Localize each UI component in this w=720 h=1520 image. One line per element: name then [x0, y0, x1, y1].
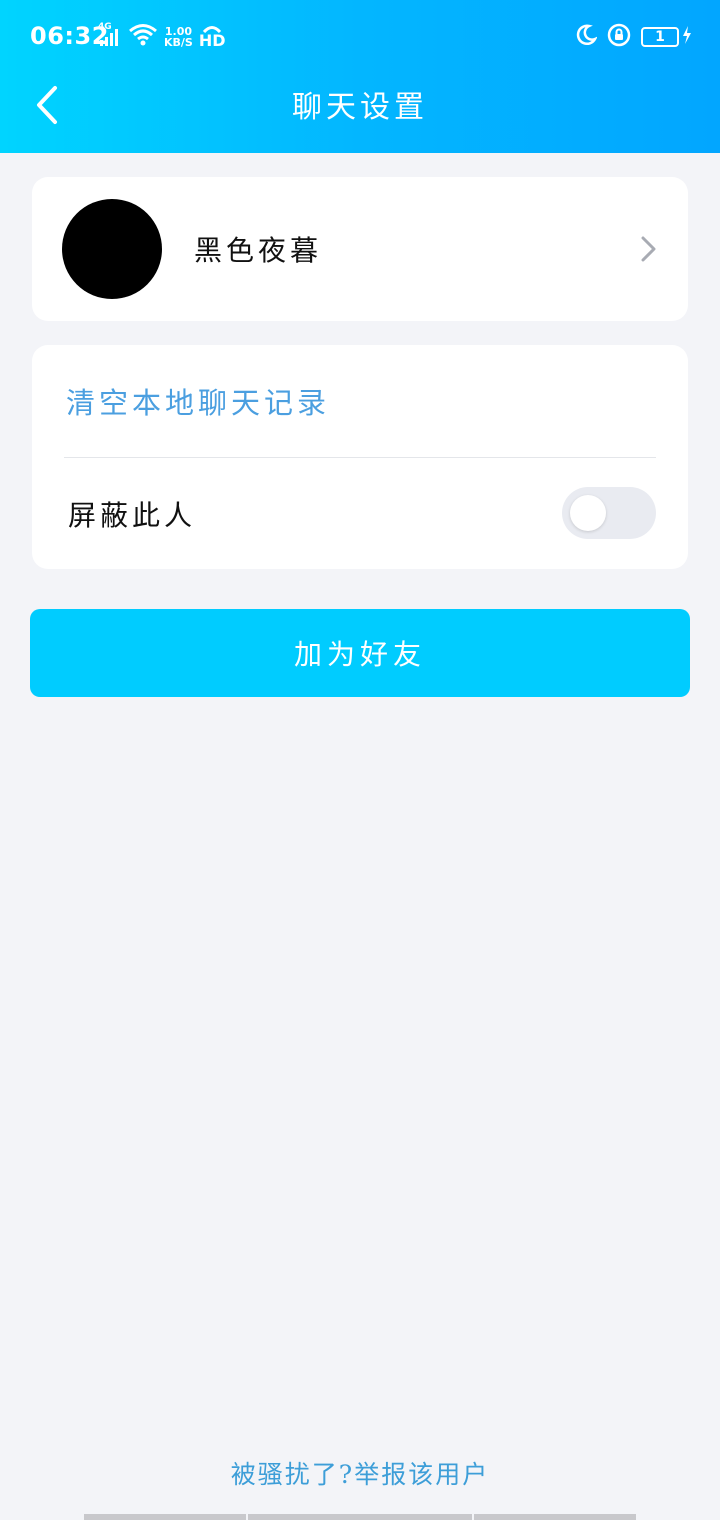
add-friend-button[interactable]: 加为好友 — [30, 609, 690, 697]
rotation-lock-icon — [607, 23, 631, 51]
chevron-right-icon — [641, 236, 656, 262]
toggle-knob — [570, 495, 606, 531]
profile-name: 黑色夜暮 — [194, 234, 323, 267]
status-left-icons: 4G 1.00 KB/S HD — [98, 22, 226, 51]
settings-card: 清空本地聊天记录 屏蔽此人 — [32, 345, 688, 569]
page-title: 聊天设置 — [292, 90, 428, 125]
navbar: 聊天设置 — [0, 72, 720, 153]
header: 06:32 4G 1.00 KB/S HD 1 聊天设置 — [0, 0, 720, 153]
bottom-nav-bars — [84, 1514, 636, 1520]
speed-unit: KB/S — [164, 36, 193, 49]
hd-label: HD — [198, 31, 226, 50]
wifi-icon — [128, 23, 158, 51]
clear-history-button[interactable]: 清空本地聊天记录 — [66, 380, 330, 422]
hd-call-icon: HD — [199, 25, 226, 49]
profile-card[interactable]: 黑色夜暮 — [32, 177, 688, 321]
network-type-label: 4G — [98, 22, 112, 32]
battery-level: 1 — [655, 29, 665, 45]
bottom-bar-segment — [84, 1514, 246, 1520]
block-user-toggle[interactable] — [562, 487, 656, 539]
bottom-bar-segment — [248, 1514, 472, 1520]
status-right-icons: 1 — [575, 23, 692, 51]
moon-icon — [575, 24, 598, 50]
charging-icon — [682, 26, 692, 48]
bottom-bar-segment — [474, 1514, 636, 1520]
report-user-link[interactable]: 被骚扰了?举报该用户 — [0, 1455, 720, 1491]
divider — [64, 457, 656, 458]
signal-icon: 4G — [98, 22, 122, 48]
status-bar: 06:32 4G 1.00 KB/S HD 1 — [0, 0, 720, 72]
block-user-label: 屏蔽此人 — [68, 499, 197, 532]
battery-icon: 1 — [641, 27, 679, 47]
battery-group: 1 — [641, 26, 692, 48]
network-speed: 1.00 KB/S — [164, 26, 193, 48]
avatar[interactable] — [62, 199, 162, 299]
